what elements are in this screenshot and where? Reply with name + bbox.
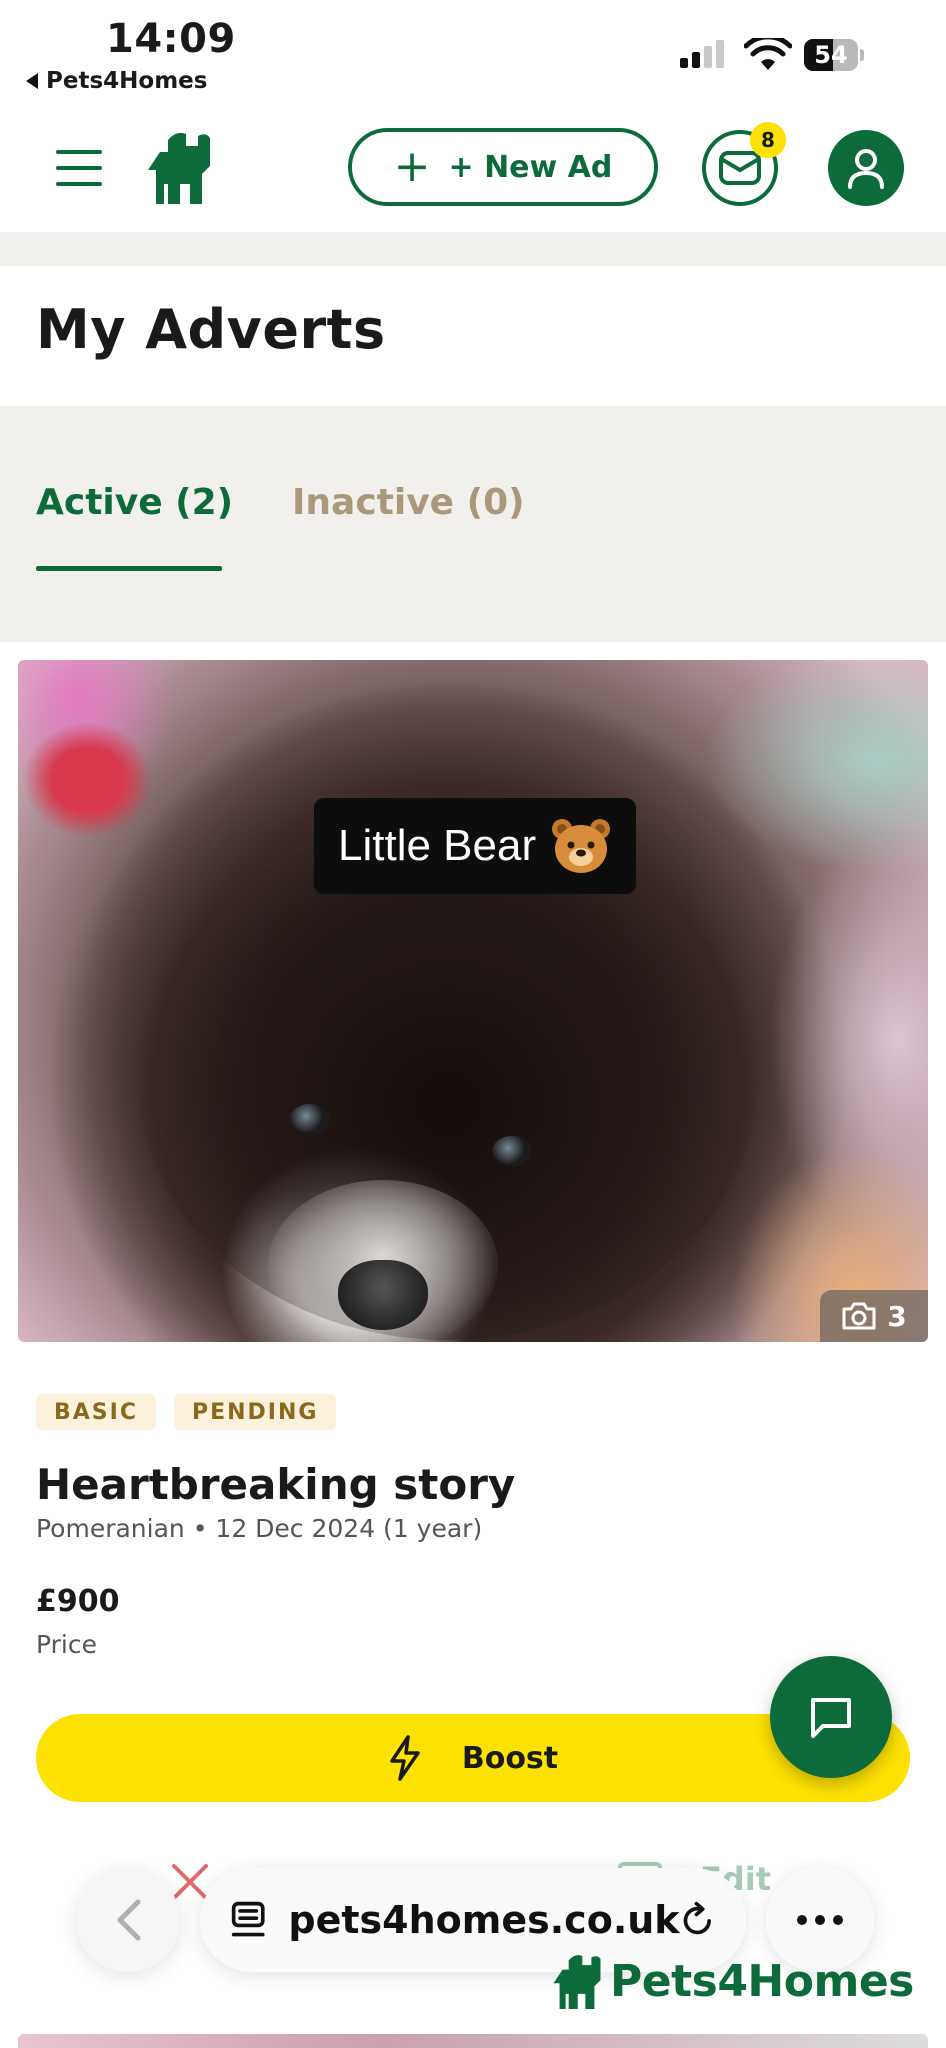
logo-icon xyxy=(553,1955,601,2010)
messages-count-badge: 8 xyxy=(750,122,786,158)
advert-photo[interactable]: Little Bear 3 xyxy=(18,660,928,1342)
advert-title[interactable]: Heartbreaking story xyxy=(36,1460,515,1509)
profile-button[interactable] xyxy=(828,130,904,206)
back-triangle-icon xyxy=(26,73,38,89)
advert-meta: Pomeranian • 12 Dec 2024 (1 year) xyxy=(36,1514,483,1543)
site-header: + + New Ad 8 xyxy=(0,100,946,232)
status-badge: PENDING xyxy=(173,1394,337,1430)
chat-icon xyxy=(811,1698,851,1738)
page-title: My Adverts xyxy=(36,298,386,361)
reader-icon[interactable] xyxy=(230,1899,266,1941)
url-text[interactable]: pets4homes.co.uk xyxy=(288,1898,679,1942)
next-advert-photo xyxy=(18,2034,928,2048)
active-tab-indicator xyxy=(36,566,222,571)
camera-icon xyxy=(842,1302,876,1330)
user-icon xyxy=(848,149,884,189)
bear-emoji-icon xyxy=(552,819,611,873)
advert-price-label: Price xyxy=(36,1630,97,1659)
status-time: 14:09 xyxy=(106,16,236,62)
reload-icon[interactable] xyxy=(680,1899,716,1941)
plus-icon: + xyxy=(393,141,431,192)
logo-icon[interactable] xyxy=(146,130,212,204)
mail-icon xyxy=(719,151,761,185)
new-ad-button[interactable]: + + New Ad xyxy=(348,128,658,206)
tab-inactive[interactable]: Inactive (0) xyxy=(292,482,525,523)
chat-button[interactable] xyxy=(770,1656,892,1778)
bolt-icon xyxy=(390,1735,420,1781)
header-divider xyxy=(0,232,946,266)
footer-brand: Pets4Homes xyxy=(552,1952,914,2010)
new-ad-label: + New Ad xyxy=(448,149,613,185)
back-app-label: Pets4Homes xyxy=(46,68,208,94)
advert-price: £900 xyxy=(36,1584,120,1619)
boost-label: Boost xyxy=(461,1740,559,1776)
back-to-app-link[interactable]: Pets4Homes xyxy=(26,68,207,94)
photo-count: 3 xyxy=(887,1299,907,1333)
photo-caption-sticker: Little Bear xyxy=(314,798,637,894)
photo-count-badge: 3 xyxy=(820,1290,928,1342)
footer-brand-text: Pets4Homes xyxy=(610,1955,914,2007)
chevron-left-icon xyxy=(117,1899,141,1941)
battery-indicator: 54 xyxy=(804,38,866,72)
photo-caption: Little Bear xyxy=(338,821,537,870)
cellular-signal-icon xyxy=(680,40,724,68)
tab-active[interactable]: Active (2) xyxy=(36,482,233,523)
plan-badge: BASIC xyxy=(36,1394,156,1430)
close-icon[interactable] xyxy=(170,1862,210,1902)
status-bar: 14:09 Pets4Homes 54 xyxy=(0,0,946,100)
advert-badges: BASIC PENDING xyxy=(36,1394,337,1430)
advert-tabs: Active (2) Inactive (0) xyxy=(0,406,946,642)
browser-back-button[interactable] xyxy=(76,1868,180,1972)
battery-percent: 54 xyxy=(814,41,848,69)
menu-icon[interactable] xyxy=(56,150,102,186)
wifi-icon xyxy=(744,38,792,70)
